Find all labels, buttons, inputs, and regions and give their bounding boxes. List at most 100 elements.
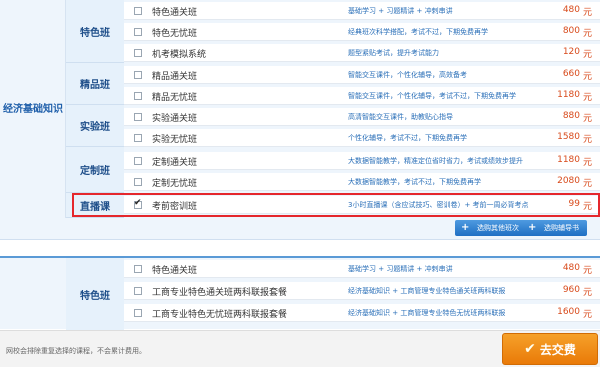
course-desc: 题型紧贴考试，提升考试能力 [348,49,439,57]
course-price: 480 [562,5,580,15]
checkout-button[interactable]: ✔ 去交费 [502,333,598,365]
checkbox-icon[interactable] [134,178,142,186]
checkbox-icon[interactable] [134,157,142,165]
checkbox-icon[interactable] [134,287,142,295]
course-name: 工商专业特色通关班两科联报套餐 [152,288,288,298]
price-unit: 元 [582,114,592,124]
price-unit: 元 [582,29,592,39]
course-row[interactable]: 机考模拟系统 题型紧贴考试，提升考试能力 120 元 [124,44,600,62]
course-name: 定制无忧班 [152,179,198,189]
course-name: 实验无忧班 [152,135,198,145]
price-unit: 元 [582,135,592,145]
course-price: 1580 [557,132,580,142]
course-row[interactable]: 实验无忧班 个性化辅导，考试不过，下期免费再学 1580 元 [124,129,600,147]
category-label: 定制班 [80,166,110,177]
course-desc: 智能交互课件，个性化辅导，高效备考 [348,71,467,79]
course-desc: 大数据智能教学，精准定位省时省力，考试或绩效步提升 [348,157,523,165]
footer-bar: 网校会排除重复选择的课程，不会累计费用。 ✔ 去交费 [0,330,600,367]
category-cell: 实验班 [66,105,124,147]
button-bar: + 选购其他班次 + 选购辅导书 [0,218,600,240]
check-icon: ✔ [524,341,536,357]
checkbox-icon[interactable] [134,198,142,209]
subject-section-economics: 经济基础知识 特色班 精品班 实验班 定制班 直播课 特色通关班 基础学习 + … [0,0,600,218]
course-desc: 高清智能交互课件，助教贴心指导 [348,113,453,121]
course-name: 定制通关班 [152,158,198,168]
checkbox-icon[interactable] [134,71,142,79]
course-row[interactable]: 定制通关班 大数据智能教学，精准定位省时省力，考试或绩效步提升 1180 元 [124,152,600,170]
course-price: 120 [562,47,580,57]
category-label: 特色班 [80,27,110,39]
course-desc: 基础学习 + 习题精讲 + 冲刺串讲 [348,265,453,273]
price-unit: 元 [582,158,592,168]
checkbox-icon[interactable] [134,265,142,273]
course-row[interactable]: 实验通关班 高清智能交互课件，助教贴心指导 880 元 [124,108,600,126]
course-name: 工商专业特色无忧班两科联报套餐 [152,310,288,320]
course-price: 800 [562,26,580,36]
footer-note: 网校会排除重复选择的课程，不会累计费用。 [6,347,146,355]
course-price: 660 [562,69,580,79]
category-label: 特色班 [80,291,110,302]
category-label: 实验班 [80,122,110,133]
course-name: 特色通关班 [152,8,198,18]
category-cell: 定制班 [66,147,124,193]
select-other-class-button[interactable]: + 选购其他班次 [455,220,527,236]
course-price: 880 [562,111,580,121]
checkbox-icon[interactable] [134,134,142,142]
category-cell: 精品班 [66,63,124,105]
button-label: 选购辅导书 [544,224,579,232]
course-desc: 经济基础知识 + 工商管理专业特色无忧班两科联报 [348,309,506,317]
checkbox-icon[interactable] [134,113,142,121]
plus-icon: + [461,222,470,233]
course-desc: 3小时直播课（含应试技巧、密训卷）+ 考前一周必背考点 [348,201,529,209]
course-price: 1180 [557,155,580,165]
course-row[interactable]: 特色通关班 基础学习 + 习题精讲 + 冲刺串讲 480 元 [124,260,600,278]
price-unit: 元 [582,93,592,103]
subject-label: 经济基础知识 [3,104,63,115]
course-name: 特色无忧班 [152,29,198,39]
checkbox-icon[interactable] [134,49,142,57]
category-label: 精品班 [80,80,110,91]
course-desc: 智能交互课件，个性化辅导，考试不过，下期免费再学 [348,92,516,100]
price-unit: 元 [582,8,592,18]
course-price: 480 [562,263,580,273]
price-unit: 元 [582,288,592,298]
course-row[interactable]: 精品通关班 智能交互课件，个性化辅导，高效备考 660 元 [124,66,600,84]
course-desc: 经典班次科学搭配，考试不过，下期免费再学 [348,28,488,36]
course-price: 1180 [557,90,580,100]
course-row[interactable]: 精品无忧班 智能交互课件，个性化辅导，考试不过，下期免费再学 1180 元 [124,87,600,105]
subject-column: 经济基础知识 [0,0,66,218]
course-row[interactable]: 工商专业特色通关班两科联报套餐 经济基础知识 + 工商管理专业特色通关班两科联报… [124,282,600,300]
course-price: 960 [562,285,580,295]
course-name: 实验通关班 [152,114,198,124]
course-row[interactable]: 特色通关班 基础学习 + 习题精讲 + 冲刺串讲 480 元 [124,2,600,20]
course-price: 1600 [557,307,580,317]
price-unit: 元 [582,310,592,320]
course-name: 特色通关班 [152,266,198,276]
price-unit: 元 [582,202,592,212]
course-name: 精品无忧班 [152,93,198,103]
course-selection-page: 经济基础知识 特色班 精品班 实验班 定制班 直播课 特色通关班 基础学习 + … [0,0,600,367]
course-row[interactable]: 工商专业特色无忧班两科联报套餐 经济基础知识 + 工商管理专业特色无忧班两科联报… [124,304,600,322]
select-tutoring-book-button[interactable]: + 选购辅导书 [522,220,587,236]
price-unit: 元 [582,72,592,82]
course-row[interactable]: 考前密训班 3小时直播课（含应试技巧、密训卷）+ 考前一周必背考点 99 元 [124,196,600,214]
course-desc: 大数据智能教学，考试不过，下期免费再学 [348,178,481,186]
course-name: 考前密训班 [152,202,198,212]
course-price: 2080 [557,176,580,186]
button-label: 选购其他班次 [477,224,519,232]
course-row[interactable]: 特色无忧班 经典班次科学搭配，考试不过，下期免费再学 800 元 [124,23,600,41]
checkbox-icon[interactable] [134,28,142,36]
course-name: 精品通关班 [152,72,198,82]
course-price: 99 [568,199,580,209]
course-desc: 个性化辅导，考试不过，下期免费再学 [348,134,467,142]
course-row[interactable]: 定制无忧班 大数据智能教学，考试不过，下期免费再学 2080 元 [124,173,600,191]
price-unit: 元 [582,266,592,276]
category-label: 直播课 [80,201,110,213]
category-cell: 特色班 [66,258,124,331]
checkbox-icon[interactable] [134,92,142,100]
price-unit: 元 [582,179,592,189]
checkbox-icon[interactable] [134,7,142,15]
checkbox-icon[interactable] [134,309,142,317]
course-desc: 经济基础知识 + 工商管理专业特色通关班两科联报 [348,287,506,295]
category-cell: 直播课 [66,193,124,218]
